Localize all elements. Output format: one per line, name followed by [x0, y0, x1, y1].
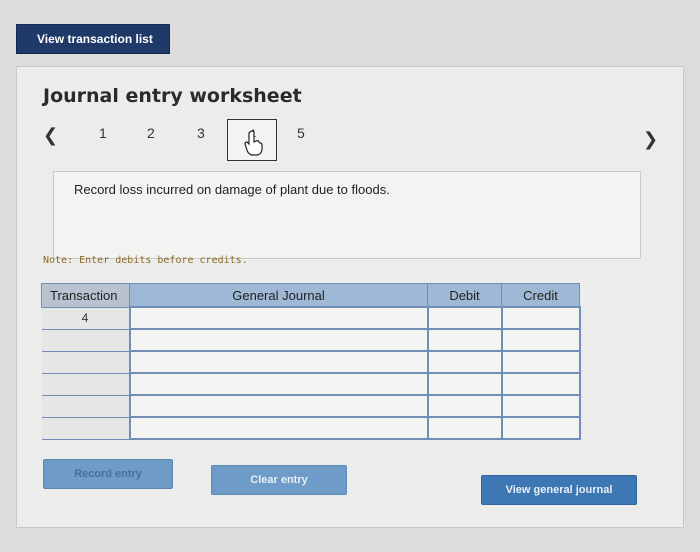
debit-input[interactable]: [426, 394, 503, 418]
transaction-cell: [41, 416, 131, 440]
debit-input[interactable]: [426, 306, 503, 330]
clear-entry-button[interactable]: Clear entry: [211, 465, 347, 495]
table-row: [41, 350, 581, 374]
credit-input[interactable]: [500, 372, 581, 396]
table-row: [41, 328, 581, 352]
page-1[interactable]: 1: [99, 125, 107, 141]
transaction-cell: [41, 372, 131, 396]
table-row: [41, 394, 581, 418]
table-row: 4: [41, 306, 581, 330]
account-select[interactable]: [128, 350, 429, 374]
page-4[interactable]: 4: [227, 119, 277, 161]
account-select[interactable]: [128, 394, 429, 418]
credit-input[interactable]: [500, 306, 581, 330]
journal-table: Transaction General Journal Debit Credit…: [41, 283, 581, 440]
credit-input[interactable]: [500, 328, 581, 352]
credit-input[interactable]: [500, 394, 581, 418]
worksheet-pager: ❮ 1 2 3 4 5 ❯: [17, 119, 685, 169]
transaction-cell: 4: [41, 306, 131, 330]
table-row: [41, 416, 581, 440]
page-3[interactable]: 3: [197, 125, 205, 141]
account-select[interactable]: [128, 306, 429, 330]
transaction-cell: [41, 328, 131, 352]
debit-input[interactable]: [426, 416, 503, 440]
general-journal-header: General Journal: [129, 283, 428, 308]
journal-entry-worksheet-panel: Journal entry worksheet ❮ 1 2 3 4 5 ❯ Re…: [16, 66, 684, 528]
hand-pointer-icon: [244, 130, 263, 156]
chevron-right-icon[interactable]: ❯: [643, 129, 658, 150]
debit-input[interactable]: [426, 328, 503, 352]
debit-input[interactable]: [426, 350, 503, 374]
table-row: [41, 372, 581, 396]
chevron-left-icon[interactable]: ❮: [43, 125, 58, 146]
page-2[interactable]: 2: [147, 125, 155, 141]
account-select[interactable]: [128, 328, 429, 352]
page-5[interactable]: 5: [297, 125, 305, 141]
account-select[interactable]: [128, 372, 429, 396]
view-general-journal-button[interactable]: View general journal: [481, 475, 637, 505]
transaction-prompt: Record loss incurred on damage of plant …: [74, 182, 390, 197]
credit-header: Credit: [501, 283, 580, 308]
credit-input[interactable]: [500, 350, 581, 374]
debit-input[interactable]: [426, 372, 503, 396]
note-text: Note: Enter debits before credits.: [43, 255, 248, 266]
debit-header: Debit: [427, 283, 502, 308]
transaction-cell: [41, 350, 131, 374]
transaction-prompt-box: Record loss incurred on damage of plant …: [53, 171, 641, 259]
transaction-cell: [41, 394, 131, 418]
credit-input[interactable]: [500, 416, 581, 440]
page-title: Journal entry worksheet: [43, 85, 302, 107]
view-transaction-list-button[interactable]: View transaction list: [16, 24, 170, 54]
record-entry-button[interactable]: Record entry: [43, 459, 173, 489]
account-select[interactable]: [128, 416, 429, 440]
transaction-header: Transaction: [41, 283, 130, 308]
